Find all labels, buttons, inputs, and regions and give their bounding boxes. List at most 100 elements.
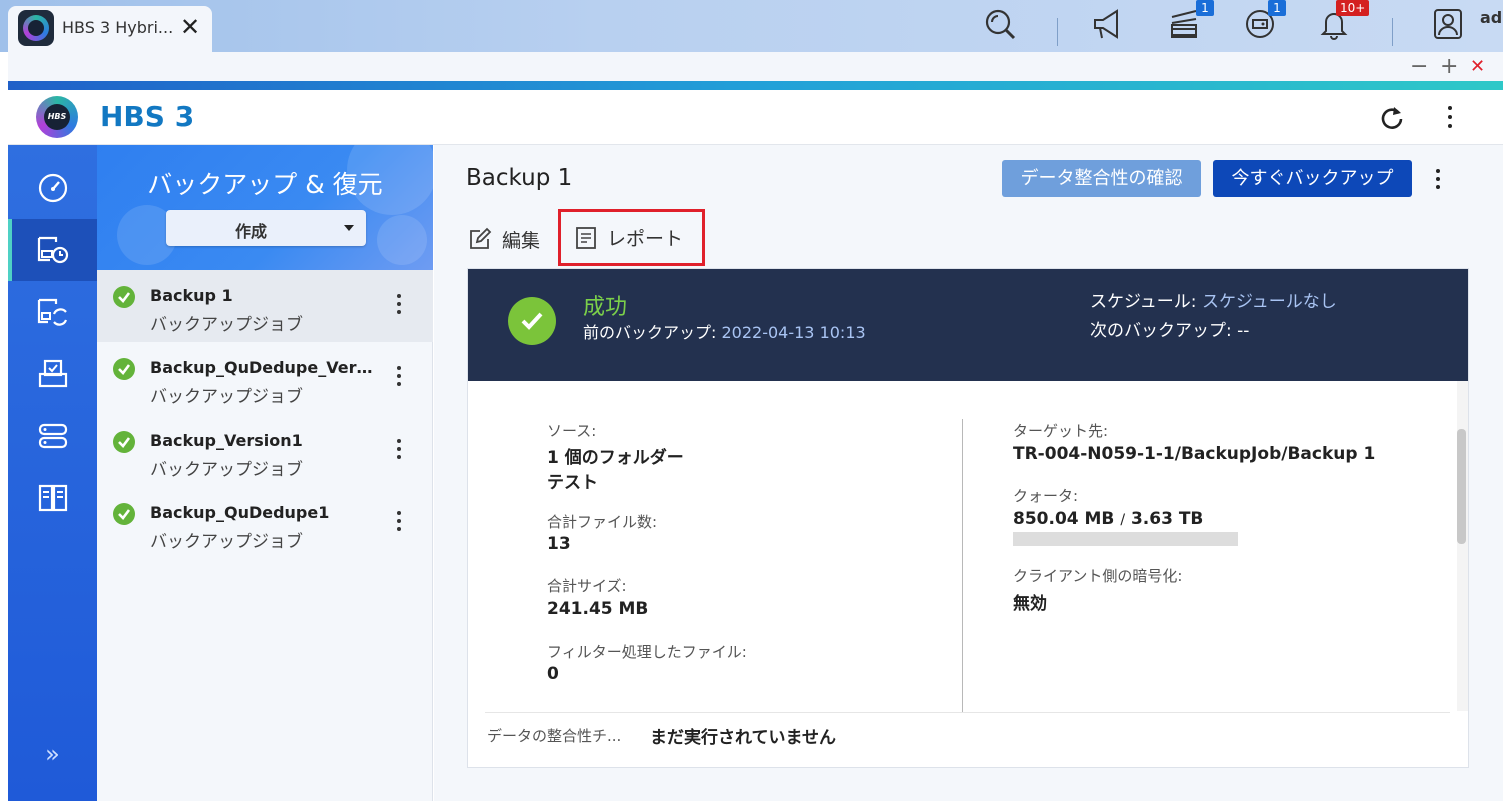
job-more-icon[interactable]: [393, 292, 405, 318]
rail-restore[interactable]: [8, 343, 97, 405]
app-header: HBS HBS 3: [8, 90, 1503, 145]
scrollbar-thumb[interactable]: [1457, 429, 1466, 544]
tab-report-label: レポート: [607, 228, 684, 250]
job-type: バックアップジョブ: [150, 315, 303, 335]
job-actions-more-icon[interactable]: [1432, 167, 1444, 193]
quota-usage-bar: [1013, 532, 1238, 546]
job-item[interactable]: Backup_Version1 バックアップジョブ: [97, 415, 433, 487]
job-name: Backup_QuDedupe_Version1: [150, 358, 382, 377]
tasks-badge: 1: [1196, 0, 1214, 16]
os-divider: [1392, 18, 1393, 46]
storage-space-icon: [38, 423, 67, 449]
device-badge: 1: [1268, 0, 1286, 16]
backup-restore-icon: [37, 236, 68, 264]
rail-backup-restore[interactable]: [8, 219, 97, 281]
filtered-files-value: 0: [547, 664, 559, 684]
sync-icon: [37, 298, 67, 326]
tab-edit-label: 編集: [502, 229, 541, 252]
refresh-icon[interactable]: [1378, 104, 1406, 132]
nav-rail: »: [8, 145, 97, 801]
verify-integrity-button[interactable]: データ整合性の確認: [1002, 160, 1201, 197]
integrity-check-value: まだ実行されていません: [650, 728, 836, 748]
job-panel: バックアップ & 復元 作成 Backup 1 バックアップジョブ Backup…: [97, 145, 433, 801]
notification-badge: 10+: [1336, 0, 1370, 16]
success-icon: [508, 297, 556, 345]
edit-icon: [470, 227, 492, 249]
services-icon: [38, 484, 67, 512]
job-detail-card: 成功 前のバックアップ: 2022-04-13 10:13 スケジュール: スケ…: [467, 268, 1469, 768]
job-name: Backup 1: [150, 286, 233, 305]
tab-close-icon[interactable]: ✕: [180, 12, 200, 42]
app-title: HBS 3: [100, 100, 195, 133]
accent-stripe: [8, 81, 1503, 90]
user-icon[interactable]: [1428, 4, 1468, 44]
search-icon[interactable]: [980, 4, 1020, 44]
job-name: Backup_Version1: [150, 431, 303, 450]
report-icon: [576, 226, 596, 249]
job-item[interactable]: Backup 1 バックアップジョブ: [97, 270, 433, 342]
source-value: 1 個のフォルダー: [547, 448, 684, 468]
status-text: 成功: [583, 295, 628, 320]
quota-label: クォータ:: [1013, 487, 1079, 505]
username[interactable]: adr: [1480, 8, 1503, 27]
job-type: バックアップジョブ: [150, 460, 303, 480]
backup-now-button[interactable]: 今すぐバックアップ: [1213, 160, 1412, 197]
page-title: Backup 1: [466, 165, 573, 191]
job-more-icon[interactable]: [393, 437, 405, 463]
app-more-icon[interactable]: [1444, 104, 1456, 132]
total-files-label: 合計ファイル数:: [547, 513, 658, 531]
filtered-files-label: フィルター処理したファイル:: [547, 643, 747, 661]
job-more-icon[interactable]: [393, 509, 405, 535]
minimize-button[interactable]: −: [1410, 54, 1428, 80]
job-panel-title: バックアップ & 復元: [147, 170, 383, 199]
success-check-icon: [113, 286, 135, 308]
create-button[interactable]: 作成: [166, 210, 366, 246]
target-value: TR-004-N059-1-1/BackupJob/Backup 1: [1013, 444, 1376, 464]
job-item[interactable]: Backup_QuDedupe_Version1 バックアップジョブ: [97, 342, 433, 414]
os-divider: [1057, 18, 1058, 46]
create-button-label: 作成: [234, 222, 267, 241]
close-window-button[interactable]: ✕: [1470, 54, 1485, 80]
job-more-icon[interactable]: [393, 364, 405, 390]
next-backup: 次のバックアップ: --: [1090, 321, 1250, 341]
source-folder-name: テスト: [547, 473, 598, 493]
encryption-label: クライアント側の暗号化:: [1013, 567, 1183, 585]
restore-icon: [38, 359, 67, 388]
job-type: バックアップジョブ: [150, 532, 303, 552]
success-check-icon: [113, 431, 135, 453]
rail-dashboard[interactable]: [8, 157, 97, 219]
quota-value: 850.04 MB / 3.63 TB: [1013, 509, 1204, 529]
rail-storage[interactable]: [8, 405, 97, 467]
window-titlebar: − + ✕: [8, 52, 1503, 82]
expand-rail-icon[interactable]: »: [8, 740, 97, 768]
job-type: バックアップジョブ: [150, 387, 303, 407]
next-backup-value: --: [1237, 321, 1250, 341]
megaphone-icon[interactable]: [1088, 4, 1128, 44]
rail-sync[interactable]: [8, 281, 97, 343]
column-divider: [962, 419, 963, 712]
chevron-down-icon: [344, 225, 354, 231]
success-check-icon: [113, 503, 135, 525]
hbs-app-icon: [18, 10, 54, 46]
maximize-button[interactable]: +: [1440, 54, 1458, 80]
total-files-value: 13: [547, 534, 571, 554]
previous-backup: 前のバックアップ: 2022-04-13 10:13: [583, 323, 866, 342]
section-divider: [485, 712, 1450, 713]
job-name: Backup_QuDedupe1: [150, 503, 330, 522]
tab-edit[interactable]: 編集: [468, 225, 540, 253]
success-check-icon: [113, 358, 135, 380]
target-label: ターゲット先:: [1013, 422, 1109, 440]
previous-backup-value: 2022-04-13 10:13: [721, 323, 866, 342]
source-label: ソース:: [547, 422, 597, 440]
rail-services[interactable]: [8, 467, 97, 529]
total-size-label: 合計サイズ:: [547, 577, 627, 595]
tab-report[interactable]: レポート: [558, 209, 705, 266]
job-item[interactable]: Backup_QuDedupe1 バックアップジョブ: [97, 487, 433, 559]
encryption-value: 無効: [1013, 594, 1047, 614]
browser-tab[interactable]: HBS 3 Hybri... ✕: [8, 6, 212, 52]
status-banner: 成功 前のバックアップ: 2022-04-13 10:13 スケジュール: スケ…: [468, 269, 1468, 381]
main-content: Backup 1 データ整合性の確認 今すぐバックアップ 編集 レポート 成功 …: [434, 145, 1503, 801]
dashboard-icon: [38, 173, 67, 203]
total-size-value: 241.45 MB: [547, 599, 649, 619]
job-panel-header: バックアップ & 復元 作成: [97, 145, 433, 270]
